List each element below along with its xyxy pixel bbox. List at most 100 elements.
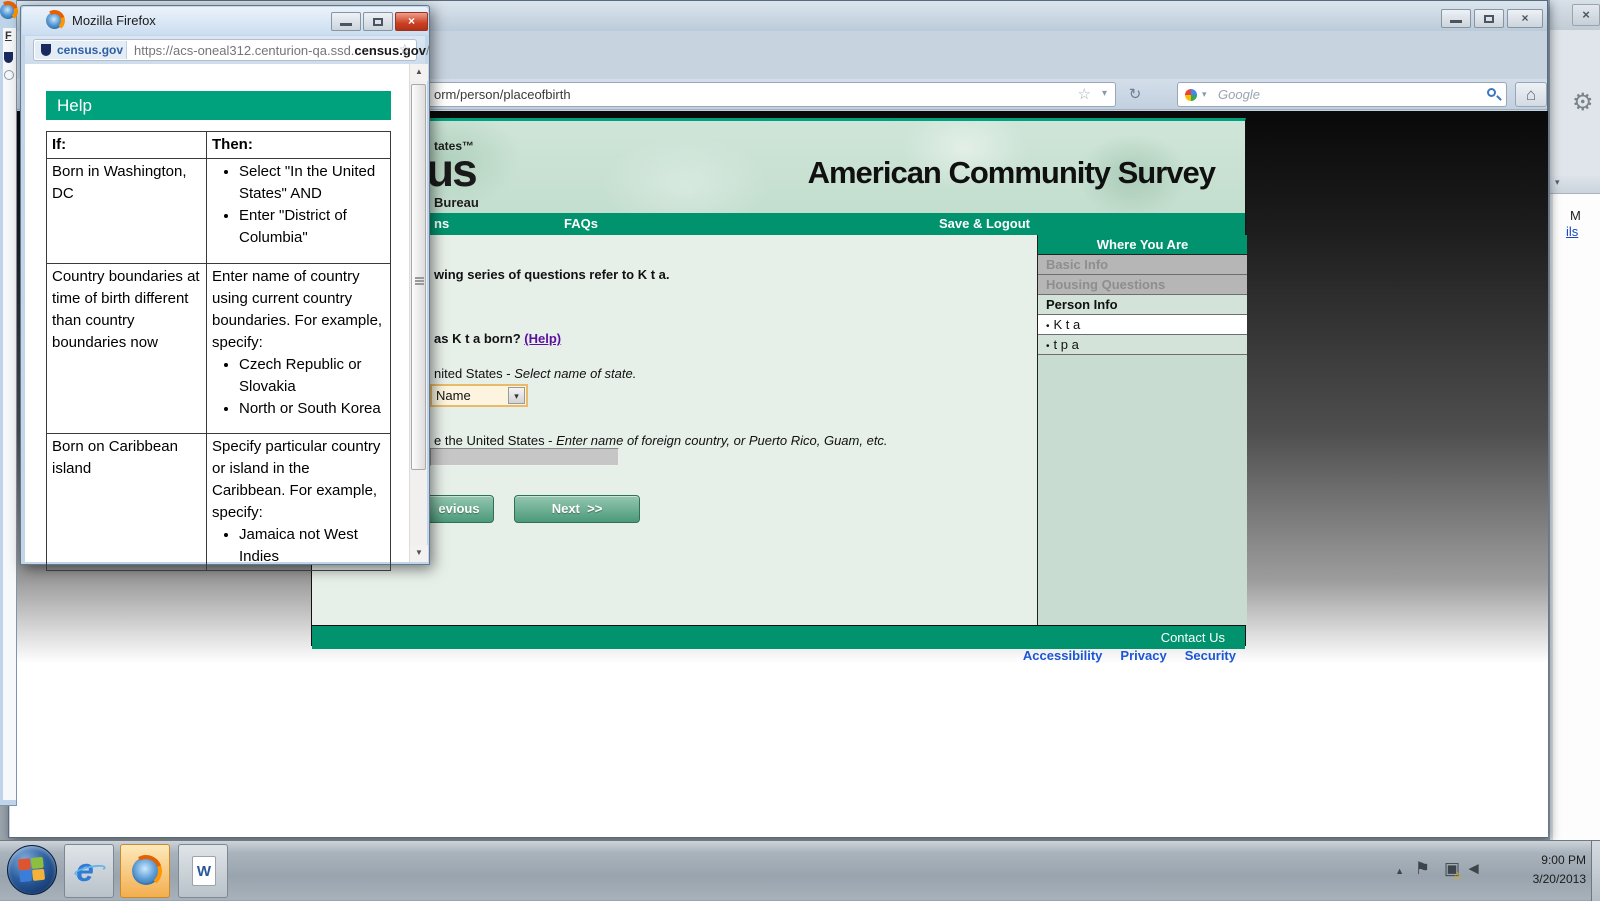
taskbar-item-word[interactable]: W bbox=[178, 844, 228, 898]
sidebar-item-label: Housing Questions bbox=[1046, 277, 1165, 292]
gear-icon[interactable]: ⚙ bbox=[1572, 88, 1594, 117]
help-then-bullets: Select "In the United States" ANDEnter "… bbox=[212, 161, 385, 249]
footer-link[interactable]: Security bbox=[1185, 648, 1236, 663]
sidebar-item-label: t p a bbox=[1054, 337, 1079, 352]
state-select-value: Name bbox=[436, 388, 471, 403]
sidebar-item[interactable]: Housing Questions bbox=[1038, 275, 1247, 295]
page-title: American Community Survey bbox=[808, 155, 1215, 191]
bullet-icon: • bbox=[1046, 341, 1050, 352]
footer-links: Accessibility Privacy Security bbox=[1023, 648, 1236, 663]
help-link[interactable]: (Help) bbox=[524, 331, 561, 346]
sidebar-item-label: K t a bbox=[1054, 317, 1081, 332]
minimize-button[interactable] bbox=[331, 12, 361, 31]
url-prefix: https://acs-oneal312.centurion-qa.ssd. bbox=[134, 43, 354, 58]
sidebar-item[interactable]: •K t a bbox=[1038, 315, 1247, 335]
help-then-cell: Specify particular country or island in … bbox=[207, 434, 391, 571]
desktop: × ⚙ ▾ M ils × orm/person/placeofbirth ☆ … bbox=[0, 0, 1600, 900]
reload-icon bbox=[4, 70, 14, 80]
next-button[interactable]: Next >> bbox=[514, 495, 640, 523]
help-bullet: Czech Republic or Slovakia bbox=[239, 354, 385, 398]
background-window-toolbar: ▾ bbox=[1550, 176, 1600, 194]
help-then-bullets: Czech Republic or SlovakiaNorth or South… bbox=[212, 354, 385, 420]
sidebar-item[interactable]: Person Info bbox=[1038, 295, 1247, 315]
help-bullet: Enter "District of Columbia" bbox=[239, 205, 385, 249]
action-center-flag-icon[interactable]: ⚑ bbox=[1415, 859, 1430, 879]
restore-button[interactable] bbox=[363, 12, 393, 31]
acs-nav-bar: ns FAQs Save & Logout bbox=[312, 213, 1245, 235]
sidebar-item[interactable]: Basic Info bbox=[1038, 255, 1247, 275]
shield-icon bbox=[41, 44, 51, 56]
option-us-label: nited States - Select name of state. bbox=[434, 366, 636, 381]
sidebar-item-label: Person Info bbox=[1046, 297, 1118, 312]
question-fragment: as K t a born? bbox=[434, 331, 524, 346]
nav-item[interactable]: Save & Logout bbox=[939, 216, 1030, 231]
scrollbar-thumb[interactable] bbox=[411, 84, 426, 470]
previous-button[interactable]: evious bbox=[424, 495, 494, 523]
nav-item[interactable]: ns bbox=[434, 216, 449, 231]
help-if-cell: Born in Washington, DC bbox=[47, 159, 207, 264]
country-input[interactable] bbox=[430, 448, 619, 466]
sidebar-item[interactable]: • t p a bbox=[1038, 335, 1247, 355]
help-page-content: Help If: Then: Born in Washington, DCSel… bbox=[25, 64, 427, 562]
restore-button[interactable] bbox=[1474, 9, 1504, 28]
bookmark-star-icon[interactable]: ☆ bbox=[398, 41, 411, 58]
background-popup-content bbox=[3, 28, 16, 800]
url-domain: census.gov bbox=[354, 43, 426, 58]
option-outside-fragment: e the United States - bbox=[434, 433, 556, 448]
text-fragment: M bbox=[1570, 208, 1581, 223]
intro-text: wing series of questions refer to K t a. bbox=[434, 267, 670, 282]
close-button[interactable]: × bbox=[395, 12, 428, 31]
help-table-row: Born in Washington, DCSelect "In the Uni… bbox=[47, 159, 391, 264]
chevron-down-icon[interactable]: ▾ bbox=[1102, 88, 1107, 99]
chevron-down-icon[interactable]: ▾ bbox=[1555, 177, 1560, 188]
close-button[interactable]: × bbox=[1572, 4, 1600, 26]
taskbar-item-firefox-active[interactable] bbox=[120, 844, 170, 898]
scroll-down-button[interactable]: ▼ bbox=[410, 545, 428, 562]
help-if-cell: Country boundaries at time of birth diff… bbox=[47, 264, 207, 434]
popup-navigation-toolbar: census.gov https://acs-oneal312.centurio… bbox=[25, 36, 425, 64]
minimize-icon bbox=[1450, 20, 1462, 23]
search-icon[interactable] bbox=[1487, 88, 1496, 97]
taskbar-item-internet-explorer[interactable]: e bbox=[64, 844, 114, 898]
minimize-button[interactable] bbox=[1441, 9, 1471, 28]
help-then-bullets: Jamaica not West Indies bbox=[212, 524, 385, 568]
option-us-fragment: nited States - bbox=[434, 366, 514, 381]
home-button[interactable]: ⌂ bbox=[1515, 82, 1547, 107]
popup-window-title: Mozilla Firefox bbox=[72, 13, 156, 28]
help-then-intro: Specify particular country or island in … bbox=[212, 436, 385, 524]
firefox-icon bbox=[0, 3, 16, 19]
close-button[interactable]: × bbox=[1507, 9, 1543, 28]
site-identity-label: census.gov bbox=[57, 43, 123, 57]
footer-link[interactable]: Privacy bbox=[1120, 648, 1166, 663]
tray-clock[interactable]: 9:00 PM 3/20/2013 bbox=[1490, 851, 1586, 889]
url-text: https://acs-oneal312.centurion-qa.ssd.ce… bbox=[134, 43, 430, 58]
google-logo-icon bbox=[1185, 89, 1197, 101]
minimize-icon bbox=[340, 23, 352, 26]
tray-expand-icon[interactable]: ▲ bbox=[1395, 866, 1404, 876]
volume-icon[interactable]: ◄ bbox=[1465, 859, 1482, 879]
acs-page-container: tates™ us Bureau American Community Surv… bbox=[311, 118, 1246, 646]
help-then-cell: Select "In the United States" ANDEnter "… bbox=[207, 159, 391, 264]
help-table-row: Born on Caribbean islandSpecify particul… bbox=[47, 434, 391, 571]
link-fragment[interactable]: ils bbox=[1566, 224, 1578, 239]
site-identity-button[interactable]: census.gov bbox=[35, 41, 127, 59]
help-bullet: Select "In the United States" AND bbox=[239, 161, 385, 205]
firefox-icon bbox=[132, 857, 160, 885]
chevron-down-icon[interactable]: ▾ bbox=[1202, 89, 1207, 100]
bookmark-star-icon[interactable]: ☆ bbox=[1078, 85, 1091, 103]
show-desktop-button[interactable] bbox=[1591, 841, 1600, 901]
background-window-content: M ils bbox=[1553, 194, 1600, 840]
scroll-up-button[interactable]: ▲ bbox=[410, 64, 428, 81]
state-select[interactable]: Name ▾ bbox=[430, 384, 528, 407]
select-dropdown-button[interactable]: ▾ bbox=[508, 387, 525, 404]
start-button[interactable] bbox=[7, 845, 57, 895]
url-text: orm/person/placeofbirth bbox=[434, 87, 571, 102]
footer-link[interactable]: Accessibility bbox=[1023, 648, 1103, 663]
popup-address-bar[interactable]: census.gov https://acs-oneal312.centurio… bbox=[33, 39, 417, 61]
scrollbar[interactable]: ▲ ▼ bbox=[409, 64, 427, 562]
search-bar[interactable]: ▾ Google bbox=[1177, 82, 1507, 107]
nav-item[interactable]: FAQs bbox=[564, 216, 598, 231]
background-popup-left-edge: F bbox=[0, 0, 17, 806]
reload-button[interactable]: ↻ bbox=[1122, 83, 1148, 107]
contact-us-link[interactable]: Contact Us bbox=[1161, 630, 1225, 645]
